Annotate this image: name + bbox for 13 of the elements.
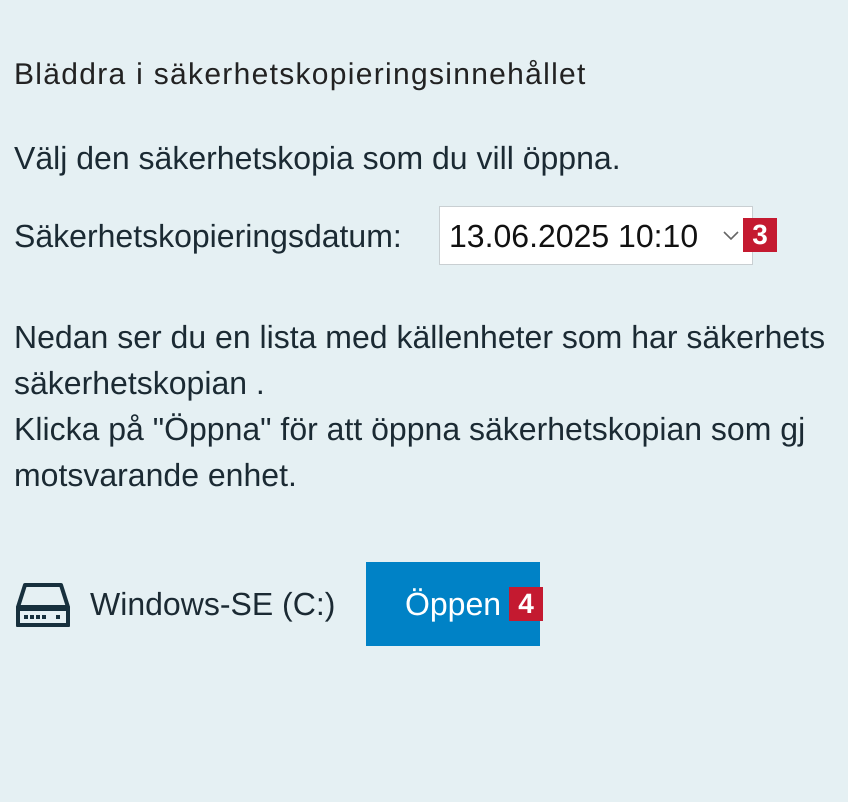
description-text: Nedan ser du en lista med källenheter som har säkerhets xyxy=(14,318,826,357)
date-label: Säkerhetskopieringsdatum: xyxy=(14,218,403,252)
date-dropdown[interactable]: 13.06.2025 10:10 xyxy=(439,206,753,265)
drive-name: Windows-SE (C:) xyxy=(90,586,336,622)
description-text: Klicka på "Öppna" för att öppna säkerhetskopian som gj xyxy=(14,410,806,449)
dialog-title: Bläddra i säkerhetskopieringsinnehållet xyxy=(14,60,587,90)
description-text: motsvarande enhet. xyxy=(14,456,297,495)
callout-badge: 3 xyxy=(743,218,777,252)
callout-badge: 4 xyxy=(509,587,543,621)
hard-drive-icon xyxy=(15,582,71,626)
instruction-text: Välj den säkerhetskopia som du vill öppna. xyxy=(14,141,621,175)
chevron-down-icon xyxy=(723,231,739,240)
description-text: säkerhetskopian . xyxy=(14,364,265,403)
